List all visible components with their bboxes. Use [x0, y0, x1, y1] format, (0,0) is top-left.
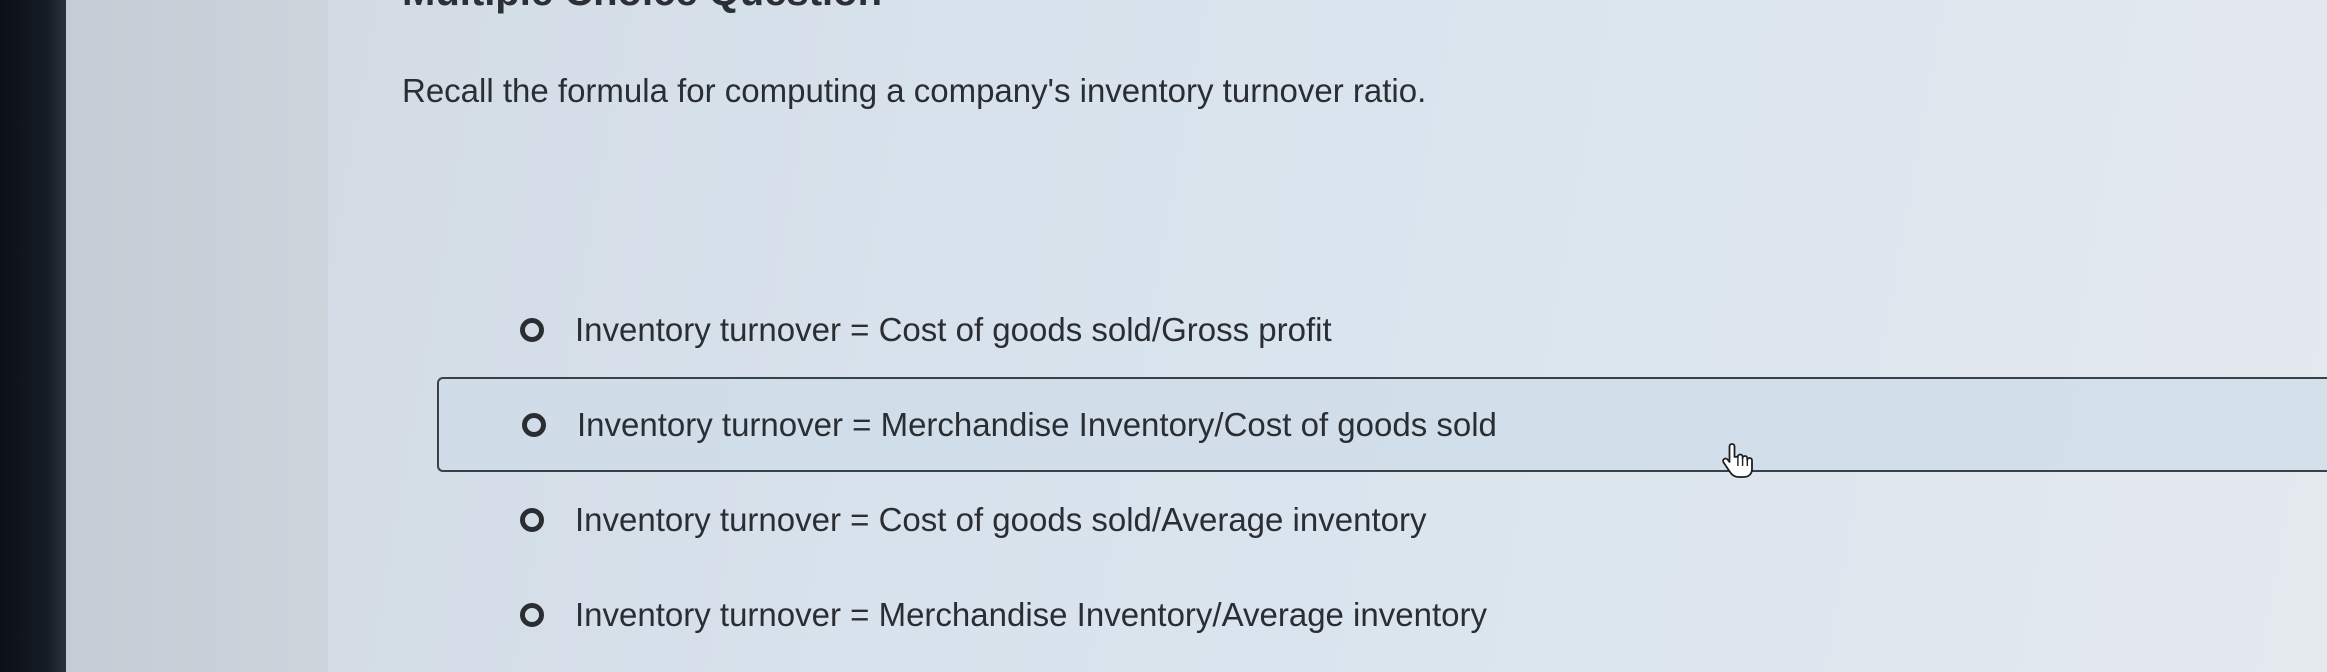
answer-option-4[interactable]: Inventory turnover = Merchandise Invento… [437, 567, 2327, 662]
monitor-bezel [0, 0, 66, 672]
question-type-heading: Multiple Choice Question [402, 0, 882, 15]
answer-option-3[interactable]: Inventory turnover = Cost of goods sold/… [437, 472, 2327, 567]
radio-button-icon[interactable] [522, 412, 546, 437]
answer-options: Inventory turnover = Cost of goods sold/… [437, 282, 2327, 662]
screen: Multiple Choice Question Recall the form… [0, 0, 2327, 672]
hand-pointer-icon [1722, 443, 1753, 478]
answer-option-2[interactable]: Inventory turnover = Merchandise Invento… [437, 377, 2327, 472]
answer-option-label[interactable]: Inventory turnover = Merchandise Invento… [575, 596, 1487, 634]
answer-option-label[interactable]: Inventory turnover = Cost of goods sold/… [575, 311, 1332, 349]
radio-button-icon[interactable] [520, 602, 544, 627]
left-panel [66, 0, 328, 672]
radio-button-icon[interactable] [520, 507, 544, 532]
answer-option-1[interactable]: Inventory turnover = Cost of goods sold/… [437, 282, 2327, 377]
answer-option-label[interactable]: Inventory turnover = Merchandise Invento… [577, 406, 1497, 444]
question-prompt: Recall the formula for computing a compa… [402, 72, 1427, 109]
radio-button-icon[interactable] [520, 317, 544, 342]
answer-option-label[interactable]: Inventory turnover = Cost of goods sold/… [575, 501, 1426, 539]
